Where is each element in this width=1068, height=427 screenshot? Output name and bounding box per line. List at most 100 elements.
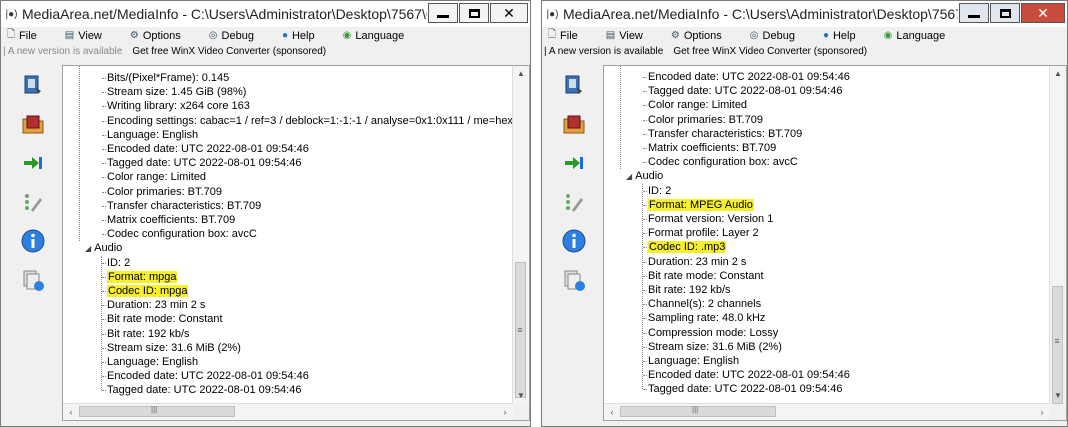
scroll-down-icon[interactable]: ▼ <box>513 388 529 404</box>
audio-field[interactable]: Duration: 23 min 2 s <box>102 298 205 312</box>
knowledge-base-button[interactable] <box>19 266 47 294</box>
video-field[interactable]: Stream size: 1.45 GiB (98%) <box>102 85 246 99</box>
title-bar[interactable]: |●) MediaArea.net/MediaInfo - C:\Users\A… <box>1 1 530 27</box>
audio-field[interactable]: Format: mpga <box>102 270 178 284</box>
info-button[interactable] <box>560 227 588 255</box>
audio-field[interactable]: ID: 2 <box>643 184 671 198</box>
maximize-button[interactable] <box>990 3 1020 23</box>
menu-help[interactable]: ● Help <box>282 30 315 42</box>
menu-options[interactable]: ⚙ Options <box>671 30 722 42</box>
video-field[interactable]: Tagged date: UTC 2022-08-01 09:54:46 <box>102 156 301 170</box>
open-folder-button[interactable] <box>19 110 47 138</box>
audio-field[interactable]: Bit rate: 192 kb/s <box>102 327 190 341</box>
sponsor-link[interactable]: Get free WinX Video Converter (sponsored… <box>132 46 326 57</box>
vertical-scrollbar[interactable]: ▲ ≡ ▼ <box>512 66 529 404</box>
video-field[interactable]: Matrix coefficients: BT.709 <box>643 141 776 155</box>
video-field[interactable]: Encoded date: UTC 2022-08-01 09:54:46 <box>643 70 850 84</box>
audio-field[interactable]: Duration: 23 min 2 s <box>643 255 746 269</box>
audio-field[interactable]: Format profile: Layer 2 <box>643 226 759 240</box>
audio-field[interactable]: Format: MPEG Audio <box>643 198 754 212</box>
audio-field[interactable]: Sampling rate: 48.0 kHz <box>643 311 765 325</box>
menu-language[interactable]: ◉ Language <box>884 30 946 42</box>
audio-field[interactable]: Bit rate mode: Constant <box>643 269 764 283</box>
export-button[interactable] <box>560 149 588 177</box>
video-field[interactable]: Transfer characteristics: BT.709 <box>102 199 261 213</box>
menu-debug[interactable]: ◎ Debug <box>209 30 254 42</box>
video-field[interactable]: Transfer characteristics: BT.709 <box>643 127 802 141</box>
scroll-left-icon[interactable]: ‹ <box>63 404 79 420</box>
video-field[interactable]: Encoded date: UTC 2022-08-01 09:54:46 <box>102 142 309 156</box>
audio-field[interactable]: ID: 2 <box>102 256 130 270</box>
menu-debug[interactable]: ◎ Debug <box>750 30 795 42</box>
audio-field[interactable]: Codec ID: .mp3 <box>643 240 727 254</box>
video-field[interactable]: Language: English <box>102 128 198 142</box>
audio-field[interactable]: Stream size: 31.6 MiB (2%) <box>102 341 241 355</box>
sponsor-link[interactable]: Get free WinX Video Converter (sponsored… <box>673 46 867 57</box>
video-field[interactable]: Color range: Limited <box>643 98 747 112</box>
minimize-button[interactable] <box>428 3 458 23</box>
new-version-link[interactable]: | A new version is available <box>544 46 663 57</box>
audio-field[interactable]: Encoded date: UTC 2022-08-01 09:54:46 <box>643 368 850 382</box>
size-grip[interactable] <box>1050 404 1066 420</box>
menu-language[interactable]: ◉ Language <box>343 30 405 42</box>
maximize-button[interactable] <box>459 3 489 23</box>
open-file-button[interactable] <box>560 71 588 99</box>
scroll-up-icon[interactable]: ▲ <box>513 66 529 82</box>
scroll-down-icon[interactable]: ▼ <box>1050 388 1066 404</box>
audio-field[interactable]: Codec ID: mpga <box>102 284 189 298</box>
info-tree[interactable]: Encoded date: UTC 2022-08-01 09:54:46 Tag… <box>603 65 1067 421</box>
collapse-triangle-icon[interactable]: ◢ <box>85 242 91 256</box>
video-field[interactable]: Matrix coefficients: BT.709 <box>102 213 235 227</box>
horizontal-scrollbar[interactable]: ‹ ||| › <box>604 403 1050 420</box>
menu-options[interactable]: ⚙ Options <box>130 30 181 42</box>
open-file-button[interactable] <box>19 71 47 99</box>
minimize-button[interactable] <box>959 3 989 23</box>
menu-file[interactable]: 🗋 File <box>7 27 37 44</box>
scroll-left-icon[interactable]: ‹ <box>604 404 620 420</box>
audio-field[interactable]: Bit rate mode: Constant <box>102 312 223 326</box>
collapse-triangle-icon[interactable]: ◢ <box>626 170 632 184</box>
video-field[interactable]: Tagged date: UTC 2022-08-01 09:54:46 <box>643 84 842 98</box>
horizontal-scrollbar[interactable]: ‹ ||| › <box>63 403 513 420</box>
audio-field[interactable]: Tagged date: UTC 2022-08-01 09:54:46 <box>102 383 301 397</box>
audio-field[interactable]: Encoded date: UTC 2022-08-01 09:54:46 <box>102 369 309 383</box>
size-grip[interactable] <box>513 404 529 420</box>
audio-field[interactable]: Compression mode: Lossy <box>643 326 778 340</box>
video-field[interactable]: Codec configuration box: avcC <box>643 155 798 169</box>
video-field[interactable]: Encoding settings: cabac=1 / ref=3 / deb… <box>102 114 513 128</box>
video-field[interactable]: Color range: Limited <box>102 170 206 184</box>
menu-view[interactable]: ▤ View <box>65 30 102 42</box>
scroll-up-icon[interactable]: ▲ <box>1050 66 1066 82</box>
video-field[interactable]: Color primaries: BT.709 <box>102 185 222 199</box>
scroll-right-icon[interactable]: › <box>497 404 513 420</box>
info-button[interactable] <box>19 227 47 255</box>
audio-field[interactable]: Language: English <box>102 355 198 369</box>
preferences-button[interactable] <box>19 188 47 216</box>
video-field[interactable]: Color primaries: BT.709 <box>643 113 763 127</box>
audio-section-header[interactable]: ◢ Audio <box>626 169 663 183</box>
vertical-scrollbar[interactable]: ▲ ≡ ▼ <box>1049 66 1066 404</box>
close-button[interactable]: ✕ <box>1021 3 1065 23</box>
audio-section-header[interactable]: ◢ Audio <box>85 241 122 255</box>
audio-field[interactable]: Stream size: 31.6 MiB (2%) <box>643 340 782 354</box>
scroll-right-icon[interactable]: › <box>1034 404 1050 420</box>
export-button[interactable] <box>19 149 47 177</box>
info-tree[interactable]: Bits/(Pixel*Frame): 0.145 Stream size: 1.… <box>62 65 530 421</box>
close-button[interactable]: ✕ <box>490 3 528 23</box>
audio-field[interactable]: Format version: Version 1 <box>643 212 773 226</box>
knowledge-base-button[interactable] <box>560 266 588 294</box>
open-folder-button[interactable] <box>560 110 588 138</box>
audio-field[interactable]: Language: English <box>643 354 739 368</box>
menu-help[interactable]: ● Help <box>823 30 856 42</box>
menu-view[interactable]: ▤ View <box>606 30 643 42</box>
title-bar[interactable]: |●) MediaArea.net/MediaInfo - C:\Users\A… <box>542 1 1067 27</box>
video-field[interactable]: Writing library: x264 core 163 <box>102 99 250 113</box>
menu-file[interactable]: 🗋 File <box>548 27 578 44</box>
audio-field[interactable]: Channel(s): 2 channels <box>643 297 761 311</box>
preferences-button[interactable] <box>560 188 588 216</box>
audio-field[interactable]: Tagged date: UTC 2022-08-01 09:54:46 <box>643 382 842 396</box>
video-field[interactable]: Codec configuration box: avcC <box>102 227 257 241</box>
video-field[interactable]: Bits/(Pixel*Frame): 0.145 <box>102 71 229 85</box>
audio-field[interactable]: Bit rate: 192 kb/s <box>643 283 731 297</box>
new-version-link[interactable]: | A new version is available <box>3 46 122 57</box>
